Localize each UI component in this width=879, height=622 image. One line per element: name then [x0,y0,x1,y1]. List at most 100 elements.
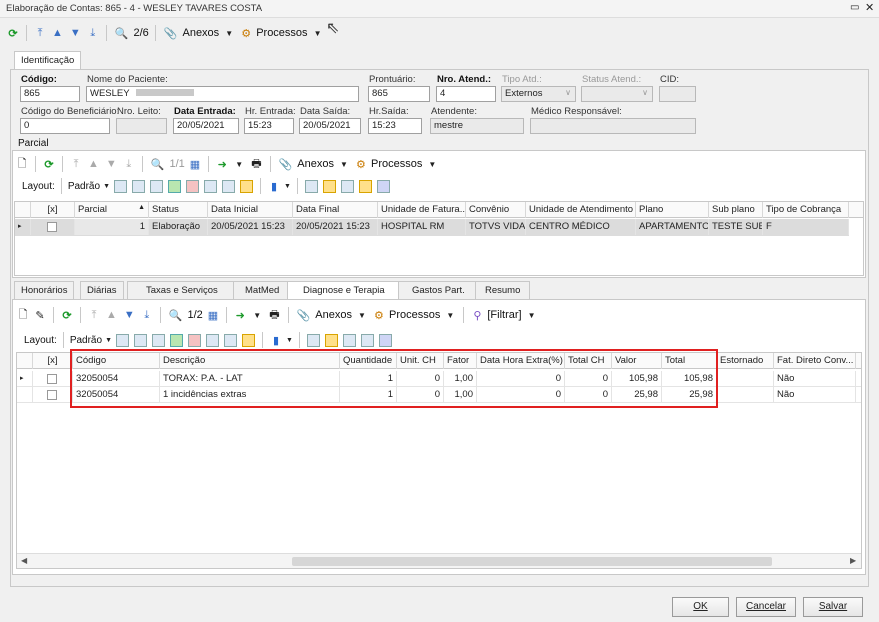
chevron-down-icon[interactable]: ▼ [355,306,369,324]
refresh-icon[interactable]: ⟳ [6,24,20,42]
layout-icon[interactable] [322,179,336,193]
filter-icon[interactable]: ⚲ [470,306,484,324]
hr-entrada-field[interactable]: 15:23 [244,118,294,134]
data-entrada-field[interactable]: 20/05/2021 [173,118,239,134]
codigo-field[interactable]: 865 [20,86,80,102]
chevron-down-icon[interactable]: ▼ [103,183,110,190]
chevron-down-icon[interactable]: ▼ [284,183,291,190]
layout-icon[interactable] [132,179,145,193]
table-row[interactable]: ▸ 1 Elaboração 20/05/2021 15:23 20/05/20… [15,219,849,236]
prontuario-field[interactable]: 865 [368,86,430,102]
layout-icon[interactable] [152,333,165,347]
layout-icon[interactable] [306,333,320,347]
first-record-icon[interactable]: ⤒ [69,155,83,173]
horizontal-scrollbar[interactable]: ◀ ▶ [17,553,861,568]
search-icon[interactable]: 🔍 [167,306,185,324]
close-icon[interactable]: ✕ [865,1,874,14]
next-record-icon[interactable]: ▼ [104,155,119,173]
scrollbar-thumb[interactable] [292,557,772,566]
filter-button[interactable]: [Filtrar] [487,309,521,321]
attachments-button[interactable]: Anexos [315,309,352,321]
cod-benef-field[interactable]: 0 [20,118,110,134]
processes-button[interactable]: Processos [371,158,422,170]
nro-atend-field[interactable]: 4 [436,86,496,102]
layout-icon[interactable] [222,179,235,193]
nome-field[interactable]: WESLEY [86,86,359,102]
atendente-field[interactable]: mestre [430,118,524,134]
column-header[interactable]: Status [149,202,208,218]
column-header[interactable]: Parcial ▲ [75,202,149,218]
last-record-icon[interactable]: ⤓ [122,155,136,173]
tipo-atd-select[interactable]: Externos ∨ [501,86,576,102]
tab-matmed[interactable]: MatMed [233,281,292,299]
tab-diagnose-terapia[interactable]: Diagnose e Terapia [287,281,401,300]
processes-button[interactable]: Processos [389,309,440,321]
previous-record-icon[interactable]: ▲ [104,306,119,324]
processes-icon[interactable]: ⚙ [239,24,253,42]
layout-icon[interactable] [150,179,163,193]
chevron-down-icon[interactable]: ▼ [286,337,293,344]
layout-icon[interactable] [324,333,338,347]
column-header[interactable]: Tipo de Cobrança [763,202,849,218]
row-checkbox-cell[interactable] [33,371,73,387]
refresh-icon[interactable]: ⟳ [60,306,74,324]
processes-icon[interactable]: ⚙ [372,306,386,324]
row-checkbox-cell[interactable] [31,219,75,235]
nro-leito-field[interactable] [116,118,167,134]
tab-gastos-part[interactable]: Gastos Part. [398,281,479,299]
layout-icon[interactable] [342,333,356,347]
hr-saida-field[interactable]: 15:23 [368,118,422,134]
chevron-down-icon[interactable]: ▼ [425,155,439,173]
medico-field[interactable] [530,118,696,134]
chevron-down-icon[interactable]: ▼ [250,306,264,324]
column-header[interactable]: Data Inicial [208,202,293,218]
chevron-down-icon[interactable]: ▼ [337,155,351,173]
scroll-left-icon[interactable]: ◀ [21,556,27,565]
chevron-down-icon[interactable]: ▼ [232,155,246,173]
layout-icon[interactable] [304,179,318,193]
column-header[interactable]: Sub plano [709,202,763,218]
last-record-icon[interactable]: ⤓ [86,24,100,42]
attachments-button[interactable]: Anexos [182,27,219,39]
row-checkbox[interactable] [47,374,57,384]
last-record-icon[interactable]: ⤓ [140,306,154,324]
scroll-right-icon[interactable]: ▶ [850,556,856,565]
attachment-icon[interactable]: 📎 [277,155,295,173]
new-document-icon[interactable]: 🗋 [15,155,29,173]
layout-select[interactable]: Padrão [68,181,100,192]
tab-diarias[interactable]: Diárias [80,281,124,299]
tab-taxas-servicos[interactable]: Taxas e Serviços [127,281,237,299]
new-document-icon[interactable]: 🗋 [16,306,30,324]
search-icon[interactable]: 🔍 [113,24,131,42]
first-record-icon[interactable]: ⤒ [87,306,101,324]
export-icon[interactable] [168,179,181,193]
attachments-button[interactable]: Anexos [297,158,334,170]
processes-button[interactable]: Processos [256,27,307,39]
previous-record-icon[interactable]: ▲ [50,24,65,42]
attachment-icon[interactable]: 📎 [162,24,180,42]
execute-icon[interactable]: ➜ [233,306,247,324]
import-icon[interactable] [188,333,201,347]
processes-icon[interactable]: ⚙ [354,155,368,173]
refresh-icon[interactable]: ⟳ [42,155,56,173]
print-icon[interactable]: 🖶 [267,306,281,324]
import-icon[interactable] [186,179,199,193]
row-checkbox[interactable] [47,390,57,400]
tab-resumo[interactable]: Resumo [475,281,531,299]
status-atend-select[interactable]: ∨ [581,86,653,102]
execute-icon[interactable]: ➜ [215,155,229,173]
edit-document-icon[interactable]: ✎ [33,306,47,324]
export-icon[interactable] [170,333,183,347]
row-checkbox[interactable] [47,222,57,232]
next-record-icon[interactable]: ▼ [68,24,83,42]
column-header[interactable]: Fat. Direto Conv... [774,353,856,369]
tab-honorarios[interactable]: Honorários [14,281,75,299]
data-saida-field[interactable]: 20/05/2021 [299,118,361,134]
column-header[interactable]: [x] [31,202,75,218]
chevron-down-icon[interactable]: ▼ [105,337,112,344]
layout-icon[interactable] [340,179,354,193]
chevron-down-icon[interactable]: ▼ [525,306,539,324]
print-icon[interactable]: 🖶 [249,155,263,173]
chevron-down-icon[interactable]: ▼ [311,24,325,42]
cid-field[interactable] [659,86,696,102]
